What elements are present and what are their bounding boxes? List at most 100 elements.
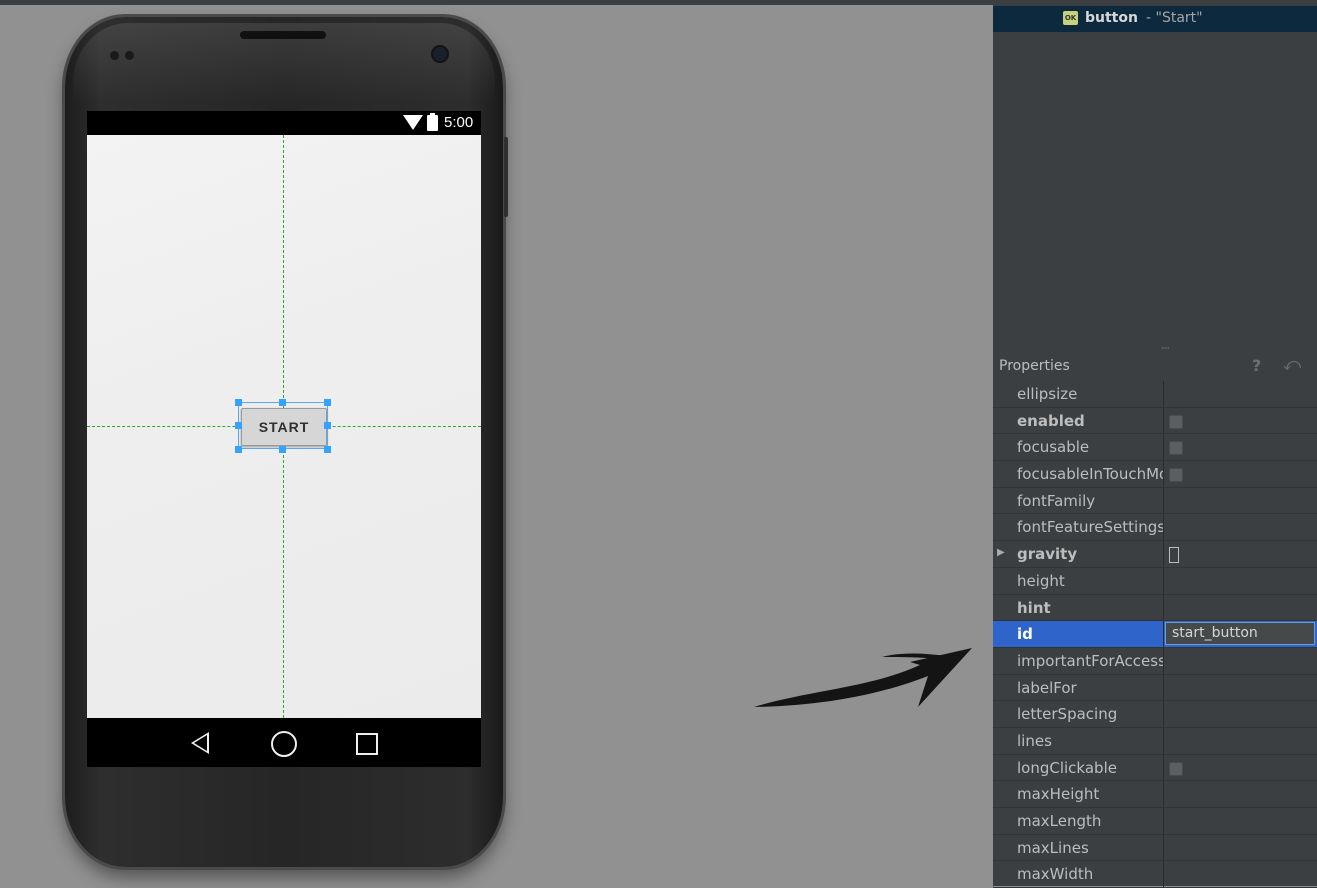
property-name: enabled	[1017, 411, 1085, 430]
tree-item-name: button	[1085, 10, 1138, 26]
column-divider[interactable]	[1163, 781, 1164, 807]
column-divider[interactable]	[1163, 727, 1164, 754]
column-divider[interactable]	[1163, 514, 1164, 541]
status-bar: 5:00	[87, 111, 481, 135]
column-divider[interactable]	[1163, 621, 1164, 647]
wifi-icon	[403, 115, 423, 130]
power-button	[504, 137, 508, 217]
property-name: letterSpacing	[1017, 705, 1118, 724]
property-checkbox[interactable]	[1169, 761, 1183, 776]
component-tree-row[interactable]: OK button - "Start"	[993, 6, 1317, 32]
property-row-focusableInTouchMode[interactable]: focusableInTouchMode	[993, 461, 1317, 488]
front-camera-icon	[433, 47, 447, 61]
property-name: focusable	[1017, 438, 1090, 457]
property-name: fontFeatureSettings	[1017, 518, 1163, 537]
property-row-lines[interactable]: lines	[993, 727, 1317, 755]
property-row-focusable[interactable]: focusable	[993, 434, 1317, 462]
property-row-labelFor[interactable]: labelFor	[993, 674, 1317, 702]
recents-nav-icon	[356, 733, 378, 755]
top-toolbar-strip	[0, 0, 993, 5]
column-divider[interactable]	[1163, 487, 1164, 514]
column-divider[interactable]	[1163, 754, 1164, 781]
property-checkbox[interactable]	[1169, 441, 1183, 456]
column-divider[interactable]	[1163, 808, 1164, 834]
property-row-maxLines[interactable]: maxLines	[993, 834, 1317, 862]
column-divider[interactable]	[1163, 701, 1164, 727]
column-divider[interactable]	[1163, 594, 1164, 621]
splitter-grip[interactable]: ·····	[1161, 344, 1170, 353]
column-divider[interactable]	[1163, 647, 1164, 674]
layout-canvas[interactable]: START	[87, 135, 481, 718]
resize-handle-right[interactable]	[324, 422, 331, 429]
property-name: hint	[1017, 598, 1051, 617]
properties-table: ellipsize enabled focusable focusableInTouc…	[993, 381, 1317, 888]
selection-box	[238, 402, 328, 449]
property-name: gravity	[1017, 545, 1078, 564]
property-name: maxLines	[1017, 838, 1089, 857]
button-widget-icon: OK	[1063, 11, 1078, 25]
column-divider[interactable]	[1163, 407, 1164, 434]
property-checkbox[interactable]	[1169, 468, 1183, 483]
property-row-fontFamily[interactable]: fontFamily	[993, 487, 1317, 515]
property-row-maxLength[interactable]: maxLength	[993, 808, 1317, 835]
property-row-hint[interactable]: hint	[993, 594, 1317, 622]
property-row-enabled[interactable]: enabled	[993, 407, 1317, 435]
property-name: ellipsize	[1017, 385, 1078, 403]
property-row-longClickable[interactable]: longClickable	[993, 754, 1317, 782]
resize-handle-bottom[interactable]	[279, 446, 286, 453]
resize-handle-bottom-right[interactable]	[324, 446, 331, 453]
resize-handle-top-right[interactable]	[324, 399, 331, 406]
resize-handle-left[interactable]	[235, 422, 242, 429]
property-name: importantForAccessibility	[1017, 651, 1163, 670]
expand-arrow-icon[interactable]: ▶	[997, 547, 1005, 558]
inspector-panel: OK button - "Start" ····· Properties ? ⤺…	[993, 0, 1317, 888]
battery-icon	[427, 113, 438, 131]
undo-icon[interactable]: ⤺	[1283, 355, 1301, 375]
property-row-height[interactable]: height	[993, 567, 1317, 595]
property-name: fontFamily	[1017, 491, 1096, 510]
property-name: id	[1017, 625, 1033, 644]
column-divider[interactable]	[1163, 674, 1164, 701]
property-name: lines	[1017, 731, 1052, 750]
property-name: maxWidth	[1017, 865, 1094, 884]
properties-title: Properties	[999, 358, 1070, 374]
properties-header: Properties ? ⤺	[993, 354, 1317, 380]
property-row-id[interactable]: id start_button	[993, 621, 1317, 648]
device-screen: 5:00 START	[87, 111, 481, 767]
tree-item-text: - "Start"	[1146, 10, 1203, 26]
property-name: longClickable	[1017, 758, 1117, 777]
annotation-arrow-icon	[754, 648, 972, 707]
light-sensor	[125, 51, 134, 60]
property-checkbox[interactable]	[1169, 414, 1183, 429]
column-divider[interactable]	[1163, 541, 1164, 567]
help-icon[interactable]: ?	[1252, 356, 1261, 375]
property-row-letterSpacing[interactable]: letterSpacing	[993, 701, 1317, 728]
earpiece-speaker	[240, 31, 326, 39]
property-name: maxLength	[1017, 812, 1102, 830]
resize-handle-bottom-left[interactable]	[235, 446, 242, 453]
id-value-field[interactable]: start_button	[1165, 622, 1315, 646]
column-divider[interactable]	[1163, 434, 1164, 461]
resize-handle-top-left[interactable]	[235, 399, 242, 406]
column-divider[interactable]	[1163, 461, 1164, 487]
navigation-bar	[87, 718, 481, 767]
property-name: labelFor	[1017, 678, 1077, 697]
column-divider[interactable]	[1163, 861, 1164, 888]
property-row-importantForAccessibility[interactable]: importantForAccessibility	[993, 647, 1317, 675]
home-nav-icon	[271, 731, 297, 757]
property-name: focusableInTouchMode	[1017, 465, 1163, 484]
gravity-flag-icon[interactable]	[1169, 547, 1179, 564]
property-row-gravity[interactable]: ▶ gravity	[993, 541, 1317, 568]
property-name: height	[1017, 571, 1065, 590]
property-row-maxWidth[interactable]: maxWidth	[993, 861, 1317, 888]
status-clock: 5:00	[444, 114, 474, 131]
property-row-maxHeight[interactable]: maxHeight	[993, 781, 1317, 808]
column-divider[interactable]	[1163, 567, 1164, 594]
property-row-ellipsize[interactable]: ellipsize	[993, 381, 1317, 408]
property-name: maxHeight	[1017, 785, 1100, 804]
proximity-sensor	[110, 51, 119, 60]
column-divider[interactable]	[1163, 834, 1164, 861]
column-divider[interactable]	[1163, 381, 1164, 407]
resize-handle-top[interactable]	[279, 399, 286, 406]
property-row-fontFeatureSettings[interactable]: fontFeatureSettings	[993, 514, 1317, 542]
